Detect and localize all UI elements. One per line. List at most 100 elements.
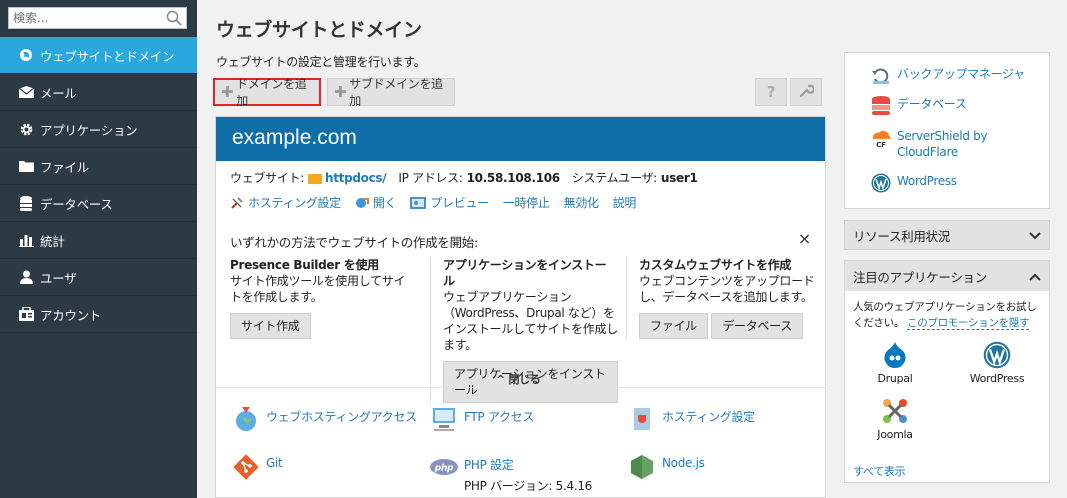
disable-link[interactable]: 無効化 bbox=[564, 194, 599, 211]
quick-links-panel: バックアップマネージャ データベース CF ServerShield by Cl… bbox=[844, 52, 1050, 209]
collapse-link[interactable]: ^ 閉じる bbox=[496, 371, 541, 387]
sidebar-item-label: 統計 bbox=[40, 233, 65, 249]
ftp-icon bbox=[430, 405, 458, 433]
folder-icon bbox=[18, 158, 34, 174]
start-title: いずれかの方法でウェブサイトの作成を開始: bbox=[230, 235, 478, 250]
resource-usage-header[interactable]: リソース利用状況 bbox=[844, 220, 1050, 250]
sidebar-item-label: ユーザ bbox=[40, 270, 77, 286]
cloudflare-icon: CF bbox=[871, 128, 891, 149]
hosting-settings-link[interactable]: ホスティング設定 bbox=[230, 194, 341, 211]
bar-chart-icon bbox=[18, 232, 34, 248]
sysuser-label: システムユーザ: bbox=[571, 171, 657, 185]
page-title: ウェブサイトとドメイン bbox=[216, 19, 422, 41]
page-subtitle: ウェブサイトの設定と管理を行います。 bbox=[216, 55, 426, 69]
sidebar-item-mail[interactable]: メール bbox=[0, 74, 197, 111]
add-subdomain-label: サブドメインを追加 bbox=[349, 77, 443, 108]
sidebar-item-statistics[interactable]: 統計 bbox=[0, 222, 197, 259]
php-icon: php bbox=[430, 453, 458, 481]
add-subdomain-button[interactable]: ✚ サブドメインを追加 bbox=[327, 77, 455, 108]
sidebar-item-label: ウェブサイトとドメイン bbox=[40, 48, 175, 64]
tools-button[interactable] bbox=[790, 78, 822, 106]
feature-php-settings[interactable]: php PHP 設定 PHP バージョン: 5.4.16 bbox=[430, 453, 592, 494]
php-version: PHP バージョン: 5.4.16 bbox=[464, 479, 592, 493]
show-all-link[interactable]: すべて表示 bbox=[853, 463, 906, 479]
search-input[interactable] bbox=[9, 8, 154, 28]
database-icon bbox=[18, 195, 34, 211]
featured-apps-panel: 注目のアプリケーション 人気のウェブアプリケーションをお試しください。 このプロ… bbox=[844, 260, 1050, 483]
suspend-link[interactable]: 一時停止 bbox=[503, 194, 550, 211]
app-wordpress[interactable]: WordPress bbox=[957, 341, 1037, 385]
sidebar-item-users[interactable]: ユーザ bbox=[0, 259, 197, 296]
backup-manager-link[interactable]: バックアップマネージャ bbox=[871, 66, 1025, 86]
joomla-icon bbox=[855, 397, 935, 425]
featured-apps-header[interactable]: 注目のアプリケーション bbox=[845, 261, 1049, 291]
option-desc: サイト作成ツールを使用してサイトを作成します。 bbox=[230, 274, 406, 304]
database-icon bbox=[871, 96, 891, 116]
chevron-up-icon: ^ bbox=[496, 373, 505, 386]
description-link[interactable]: 説明 bbox=[613, 194, 637, 211]
app-joomla[interactable]: Joomla bbox=[855, 397, 935, 441]
sidebar-item-websites[interactable]: ウェブサイトとドメイン bbox=[0, 37, 197, 74]
svg-text:php: php bbox=[434, 464, 454, 474]
feature-hosting-access[interactable]: ウェブホスティングアクセス bbox=[232, 405, 417, 433]
help-button[interactable]: ? bbox=[755, 78, 787, 106]
help-icon: ? bbox=[766, 83, 776, 101]
search-box bbox=[8, 7, 187, 29]
feature-nodejs[interactable]: Node.js bbox=[628, 453, 705, 481]
sidebar-item-files[interactable]: ファイル bbox=[0, 148, 197, 185]
sidebar-item-label: メール bbox=[40, 85, 77, 101]
option-desc: ウェブアプリケーション（WordPress、Drupal など）をインストールし… bbox=[443, 290, 618, 352]
sidebar-item-label: ファイル bbox=[40, 159, 89, 175]
plus-icon: ✚ bbox=[221, 83, 234, 101]
svg-text:CF: CF bbox=[876, 140, 886, 149]
close-icon[interactable]: × bbox=[798, 229, 811, 248]
account-icon bbox=[18, 306, 34, 322]
sidebar-item-label: データベース bbox=[40, 196, 113, 212]
preview-icon bbox=[410, 196, 427, 209]
files-button[interactable]: ファイル bbox=[639, 313, 708, 339]
featured-apps-desc: 人気のウェブアプリケーションをお試しください。 このプロモーションを隠す bbox=[853, 301, 1037, 330]
sidebar-item-account[interactable]: アカウント bbox=[0, 296, 197, 333]
domain-actions: ホスティング設定 開く プレビュー 一時停止 無効化 説明 bbox=[230, 194, 650, 211]
option-title: アプリケーションをインストール bbox=[443, 258, 607, 288]
add-domain-button[interactable]: ✚ ドメインを追加 bbox=[213, 77, 321, 108]
feature-hosting-settings[interactable]: ホスティング設定 bbox=[628, 405, 755, 433]
git-icon bbox=[232, 453, 260, 481]
domain-name[interactable]: example.com bbox=[216, 117, 825, 161]
wordpress-icon bbox=[957, 341, 1037, 369]
feature-git[interactable]: Git bbox=[232, 453, 283, 481]
sidebar-item-databases[interactable]: データベース bbox=[0, 185, 197, 222]
website-link[interactable]: httpdocs/ bbox=[325, 171, 387, 185]
chevron-up-icon bbox=[1029, 269, 1041, 284]
option-custom-site: カスタムウェブサイトを作成 ウェブコンテンツをアップロードし、データベースを追加… bbox=[626, 257, 816, 339]
option-desc: ウェブコンテンツをアップロードし、データベースを追加します。 bbox=[639, 274, 815, 304]
domain-card: example.com ウェブサイト: httpdocs/ IP アドレス: 1… bbox=[215, 116, 826, 498]
preview-link[interactable]: プレビュー bbox=[410, 194, 489, 211]
divider bbox=[216, 387, 825, 388]
feature-ftp-access[interactable]: FTP アクセス bbox=[430, 405, 534, 433]
create-site-button[interactable]: サイト作成 bbox=[230, 313, 311, 339]
sidebar-item-applications[interactable]: アプリケーション bbox=[0, 111, 197, 148]
sidebar-item-label: アプリケーション bbox=[40, 122, 138, 138]
open-icon bbox=[355, 196, 369, 210]
servershield-link[interactable]: CF ServerShield by CloudFlare bbox=[871, 128, 1021, 160]
sidebar-item-label: アカウント bbox=[40, 307, 102, 323]
domain-info: ウェブサイト: httpdocs/ IP アドレス: 10.58.108.106… bbox=[230, 169, 710, 186]
hide-promo-link[interactable]: このプロモーションを隠す bbox=[907, 317, 1030, 330]
add-domain-label: ドメインを追加 bbox=[236, 77, 307, 108]
app-drupal[interactable]: Drupal bbox=[855, 341, 935, 385]
databases-link[interactable]: データベース bbox=[871, 96, 967, 116]
folder-icon bbox=[307, 173, 322, 184]
databases-button[interactable]: データベース bbox=[711, 313, 803, 339]
website-label: ウェブサイト: bbox=[230, 171, 304, 185]
nodejs-icon bbox=[628, 453, 656, 481]
search-icon[interactable] bbox=[166, 10, 182, 29]
user-icon bbox=[18, 269, 34, 285]
ip-label: IP アドレス: bbox=[398, 171, 463, 185]
open-link[interactable]: 開く bbox=[355, 194, 397, 211]
backup-icon bbox=[871, 66, 891, 86]
wordpress-link[interactable]: WordPress bbox=[871, 173, 957, 193]
option-title: カスタムウェブサイトを作成 bbox=[639, 258, 792, 272]
chevron-down-icon bbox=[1029, 228, 1041, 243]
plus-icon: ✚ bbox=[334, 83, 347, 101]
